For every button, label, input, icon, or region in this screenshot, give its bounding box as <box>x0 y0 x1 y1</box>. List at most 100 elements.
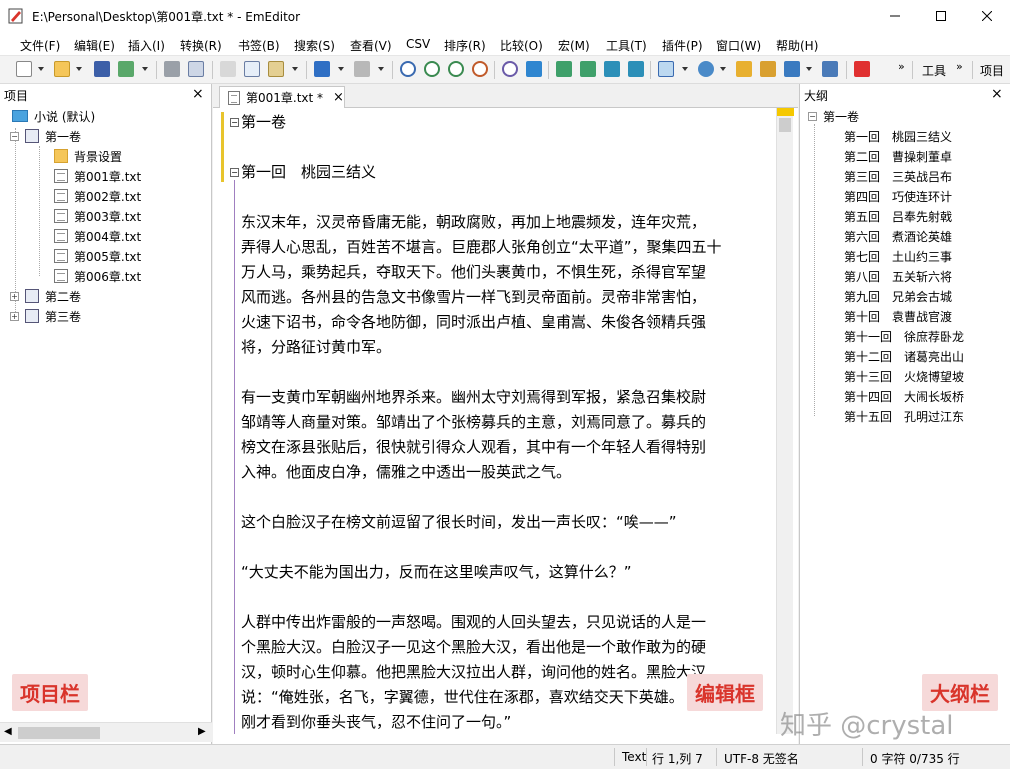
cut-icon[interactable] <box>220 61 236 77</box>
menu-plugins[interactable]: 插件(P) <box>662 37 703 54</box>
outline-item[interactable]: 第五回 吕奉先射戟 <box>844 206 952 226</box>
new-file-icon[interactable] <box>16 61 32 77</box>
text-editor[interactable]: − − 第一卷 第一回 桃园三结义 东汉末年，汉灵帝昏庸无能，朝政腐败，再加上地… <box>213 108 776 734</box>
outline-item[interactable]: 第四回 巧使连环计 <box>844 186 952 206</box>
outline-item[interactable]: 第七回 土山约三事 <box>844 246 952 266</box>
checklist-dropdown-icon[interactable] <box>806 67 812 71</box>
editor-vertical-scrollbar[interactable] <box>776 108 794 734</box>
find-in-files-icon[interactable] <box>502 61 518 77</box>
tree-folder-background[interactable]: 背景设置 <box>54 146 122 166</box>
scroll-left-icon[interactable]: ◀ <box>4 726 12 737</box>
collapse-icon[interactable]: − <box>10 131 19 141</box>
find-next-icon[interactable] <box>424 61 440 77</box>
menu-edit[interactable]: 编辑(E) <box>74 37 115 54</box>
reload-icon[interactable] <box>118 61 134 77</box>
toolbar-overflow-icon[interactable]: » <box>898 60 905 73</box>
expand-icon[interactable]: + <box>10 291 19 301</box>
tree-file-5[interactable]: 第005章.txt <box>54 246 141 266</box>
fold-collapse-icon[interactable]: − <box>230 118 239 127</box>
tree-volume-3[interactable]: + 第三卷 <box>10 306 81 326</box>
tree-volume-1[interactable]: − 第一卷 <box>10 126 81 146</box>
menu-tools[interactable]: 工具(T) <box>606 37 647 54</box>
new-file-dropdown-icon[interactable] <box>38 67 44 71</box>
view-compare-icon[interactable] <box>628 61 644 77</box>
outline-item[interactable]: 第十三回 火烧博望坡 <box>844 366 964 386</box>
list-icon[interactable] <box>822 61 838 77</box>
status-mode[interactable]: Text <box>622 750 646 764</box>
outline-root[interactable]: − 第一卷 <box>808 106 859 126</box>
outline-item[interactable]: 第十一回 徐庶荐卧龙 <box>844 326 964 346</box>
outline-panel-close-icon[interactable]: × <box>991 87 1003 101</box>
outline-item[interactable]: 第六回 煮酒论英雄 <box>844 226 952 246</box>
menu-csv[interactable]: CSV <box>406 37 430 51</box>
outline-item[interactable]: 第三回 三英战吕布 <box>844 166 952 186</box>
replace-icon[interactable] <box>472 61 488 77</box>
collapse-icon[interactable]: − <box>808 111 817 121</box>
undo-dropdown-icon[interactable] <box>338 67 344 71</box>
tree-root-novel[interactable]: 小说 (默认) <box>12 106 95 126</box>
open-folder-icon[interactable] <box>54 61 70 77</box>
tree-file-2[interactable]: 第002章.txt <box>54 186 141 206</box>
bookmark-list-icon[interactable] <box>760 61 776 77</box>
project-horizontal-scrollbar[interactable]: ◀ ▶ <box>0 722 212 742</box>
print-icon[interactable] <box>164 61 180 77</box>
outline-item[interactable]: 第九回 兄弟会古城 <box>844 286 952 306</box>
tree-file-4[interactable]: 第004章.txt <box>54 226 141 246</box>
minimize-button[interactable] <box>872 0 918 32</box>
tree-file-1[interactable]: 第001章.txt <box>54 166 141 186</box>
menu-help[interactable]: 帮助(H) <box>776 37 818 54</box>
copy-icon[interactable] <box>244 61 260 77</box>
menu-view[interactable]: 查看(V) <box>350 37 392 54</box>
view-split-icon[interactable] <box>556 61 572 77</box>
tab-chapter-001[interactable]: 第001章.txt * × <box>219 86 345 108</box>
project-toolbar-label[interactable]: 项目 <box>980 62 1004 79</box>
menu-search[interactable]: 搜索(S) <box>294 37 335 54</box>
open-dropdown-icon[interactable] <box>76 67 82 71</box>
status-encoding[interactable]: UTF-8 无签名 <box>724 750 799 767</box>
reload-dropdown-icon[interactable] <box>142 67 148 71</box>
menu-convert[interactable]: 转换(R) <box>180 37 222 54</box>
emeditor-app-icon[interactable] <box>8 8 24 24</box>
tools-overflow-icon[interactable]: » <box>956 60 963 73</box>
outline-item[interactable]: 第二回 曹操刺董卓 <box>844 146 952 166</box>
close-button[interactable] <box>964 0 1010 32</box>
undo-icon[interactable] <box>314 61 330 77</box>
menu-macro[interactable]: 宏(M) <box>558 37 590 54</box>
paste-icon[interactable] <box>268 61 284 77</box>
paste-dropdown-icon[interactable] <box>292 67 298 71</box>
scrollbar-thumb[interactable] <box>18 727 100 739</box>
outline-item[interactable]: 第八回 五关斩六将 <box>844 266 952 286</box>
tree-volume-2[interactable]: + 第二卷 <box>10 286 81 306</box>
tools-toolbar-label[interactable]: 工具 <box>922 62 946 79</box>
maximize-button[interactable] <box>918 0 964 32</box>
outline-item[interactable]: 第一回 桃园三结义 <box>844 126 952 146</box>
expand-icon[interactable]: + <box>10 311 19 321</box>
view-sync-icon[interactable] <box>580 61 596 77</box>
filter-icon[interactable] <box>526 61 542 77</box>
project-panel-close-icon[interactable]: × <box>192 87 204 101</box>
find-previous-icon[interactable] <box>448 61 464 77</box>
view-refresh-icon[interactable] <box>604 61 620 77</box>
tree-file-6[interactable]: 第006章.txt <box>54 266 141 286</box>
menu-file[interactable]: 文件(F) <box>20 37 60 54</box>
find-icon[interactable] <box>400 61 416 77</box>
menu-compare[interactable]: 比较(O) <box>500 37 543 54</box>
tree-file-3[interactable]: 第003章.txt <box>54 206 141 226</box>
outline-dropdown-icon[interactable] <box>682 67 688 71</box>
outline-item[interactable]: 第十回 袁曹战官渡 <box>844 306 952 326</box>
status-position[interactable]: 行 1,列 7 <box>652 750 703 767</box>
scroll-right-icon[interactable]: ▶ <box>198 726 206 737</box>
outline-toggle-icon[interactable] <box>658 61 674 77</box>
outline-item[interactable]: 第十四回 大闹长坂桥 <box>844 386 964 406</box>
browser-dropdown-icon[interactable] <box>720 67 726 71</box>
save-icon[interactable] <box>94 61 110 77</box>
menu-sort[interactable]: 排序(R) <box>444 37 486 54</box>
menu-bookmark[interactable]: 书签(B) <box>238 37 280 54</box>
bookmark-toggle-icon[interactable] <box>736 61 752 77</box>
fold-collapse-icon[interactable]: − <box>230 168 239 177</box>
outline-item[interactable]: 第十二回 诸葛亮出山 <box>844 346 964 366</box>
redo-icon[interactable] <box>354 61 370 77</box>
redo-dropdown-icon[interactable] <box>378 67 384 71</box>
checklist-icon[interactable] <box>784 61 800 77</box>
scrollbar-thumb[interactable] <box>779 118 791 132</box>
